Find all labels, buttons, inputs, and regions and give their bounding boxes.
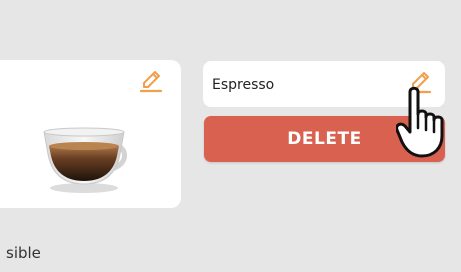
hand-pointer-cursor-icon bbox=[396, 86, 444, 158]
espresso-cup-image bbox=[43, 127, 127, 193]
item-card[interactable] bbox=[0, 60, 181, 208]
edit-icon[interactable] bbox=[138, 68, 164, 94]
name-field-value: Espresso bbox=[212, 77, 275, 93]
footer-text: sible bbox=[6, 244, 41, 262]
